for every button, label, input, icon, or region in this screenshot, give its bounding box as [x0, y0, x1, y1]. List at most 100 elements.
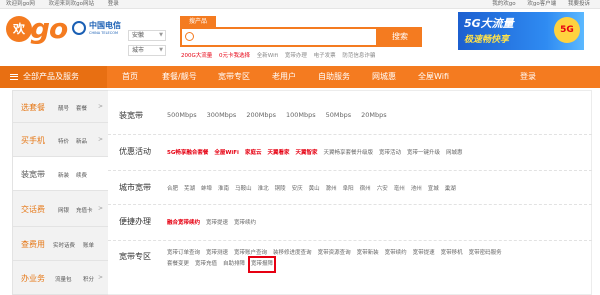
city-link[interactable]: 滁州: [326, 184, 337, 192]
speed-link[interactable]: 50Mbps: [326, 111, 352, 119]
nav-home[interactable]: 首页: [122, 66, 138, 88]
sidebar-sub-link[interactable]: 套餐: [76, 104, 87, 112]
zone-link[interactable]: 装移修进度查询: [273, 248, 312, 259]
promo-link[interactable]: 网城惠: [446, 148, 463, 156]
hot-link[interactable]: 防范信息诈骗: [342, 53, 375, 59]
speed-link[interactable]: 300Mbps: [207, 111, 237, 119]
sidebar-sub-link[interactable]: 实时话费: [53, 241, 75, 249]
sidebar-sub-link[interactable]: 续费: [76, 171, 87, 179]
zone-link[interactable]: 宽带密码服务: [469, 248, 502, 259]
sidebar-item-label: 买手机: [21, 136, 45, 145]
hot-link[interactable]: 宽带办理: [285, 53, 307, 59]
promo-link[interactable]: 宽带活动: [379, 148, 401, 156]
nav-existing-users[interactable]: 老用户: [272, 66, 296, 88]
sidebar-sub-link[interactable]: 账单: [83, 241, 94, 249]
quick-link[interactable]: 宽带提速: [206, 218, 228, 226]
speed-link[interactable]: 200Mbps: [246, 111, 276, 119]
sidebar-sub-link[interactable]: 充值卡: [76, 206, 93, 214]
sidebar-sub-link[interactable]: 流量包: [55, 275, 72, 283]
sidebar-item-fees[interactable]: 查费用 实时话费 账单: [13, 227, 109, 261]
promo-link[interactable]: 天翼智家: [295, 148, 317, 156]
sidebar-item-phones[interactable]: 买手机 特价 新品 >: [13, 123, 109, 157]
hot-link[interactable]: 0元卡我选择: [219, 53, 250, 59]
promo-link[interactable]: 家庭云: [245, 148, 262, 156]
sidebar-item-plans[interactable]: 选套餐 靓号 套餐 >: [13, 91, 109, 123]
speed-link[interactable]: 100Mbps: [286, 111, 316, 119]
speed-link[interactable]: 500Mbps: [167, 111, 197, 119]
zone-link[interactable]: 宽带续约: [385, 248, 407, 259]
nav-login[interactable]: 登录: [520, 66, 536, 88]
city-link[interactable]: 巢湖: [445, 184, 456, 192]
city-link[interactable]: 池州: [411, 184, 422, 192]
all-products-menu[interactable]: 全部产品及服务: [0, 66, 107, 88]
city-link[interactable]: 铜陵: [275, 184, 286, 192]
telecom-en: CHINA TELECOM: [89, 31, 118, 35]
search-button[interactable]: 搜索: [378, 27, 422, 47]
section-speeds: 装宽带 500Mbps 300Mbps 200Mbps 100Mbps 50Mbps 20…: [108, 91, 592, 135]
zone-link[interactable]: 宽带账户查询: [234, 248, 267, 259]
search-input[interactable]: [197, 30, 317, 44]
topbar-my-huango[interactable]: 我的欢go: [492, 1, 515, 7]
sidebar-sub-link[interactable]: 新装: [58, 171, 69, 179]
nav-self-service[interactable]: 自助服务: [318, 66, 350, 88]
city-link[interactable]: 黄山: [309, 184, 320, 192]
zone-link[interactable]: 宽带资源查询: [318, 248, 351, 259]
hot-link[interactable]: 电子发票: [314, 53, 336, 59]
sidebar-sub-link[interactable]: 积分: [83, 275, 94, 283]
promo-links: 5G畅享融合套餐 全屋WiFi 家庭云 天翼看家 天翼智家 天翼畅享套餐升级版 宽带活动 宽带…: [167, 148, 469, 156]
city-link[interactable]: 合肥: [167, 184, 178, 192]
nav-city-deals[interactable]: 网城惠: [372, 66, 396, 88]
city-link[interactable]: 阜阳: [343, 184, 354, 192]
province-select[interactable]: 安徽 ▼: [128, 30, 166, 41]
sidebar-sub-link[interactable]: 靓号: [58, 104, 69, 112]
zone-link[interactable]: 套餐变更: [167, 259, 189, 270]
city-link[interactable]: 六安: [377, 184, 388, 192]
topbar-complaint[interactable]: 我要投诉: [568, 1, 590, 7]
broadband-fault-report-link[interactable]: 宽带报障: [248, 256, 277, 273]
zone-link[interactable]: 宽带测速: [206, 248, 228, 259]
search-tab-products[interactable]: 搜产品: [180, 16, 216, 27]
promo-link[interactable]: 天翼畅享套餐升级版: [324, 148, 374, 156]
city-select[interactable]: 城市 ▼: [128, 45, 166, 56]
zone-link[interactable]: 自助排障: [223, 259, 245, 270]
city-link[interactable]: 淮南: [218, 184, 229, 192]
huango-logo[interactable]: 欢 go: [6, 12, 68, 46]
promo-banner[interactable]: 5G大流量 极速畅快享 5G: [458, 12, 584, 50]
city-link[interactable]: 宿州: [360, 184, 371, 192]
sidebar-sub-link[interactable]: 新品: [76, 137, 87, 145]
zone-link[interactable]: 宽带充值: [195, 259, 217, 270]
sidebar-sub-link[interactable]: 特价: [58, 137, 69, 145]
sidebar-item-recharge[interactable]: 交话费 网银 充值卡 >: [13, 191, 109, 227]
city-link[interactable]: 宣城: [428, 184, 439, 192]
search-icon: [185, 32, 194, 41]
nav-broadband[interactable]: 宽带专区: [218, 66, 250, 88]
zone-link[interactable]: 宽带订单查询: [167, 248, 200, 259]
city-link[interactable]: 亳州: [394, 184, 405, 192]
topbar-client[interactable]: 欢go客户端: [527, 1, 556, 7]
promo-link[interactable]: 天翼看家: [267, 148, 289, 156]
zone-link[interactable]: 宽带提速: [413, 248, 435, 259]
promo-link[interactable]: 5G畅享融合套餐: [167, 148, 208, 156]
nav-whole-home-wifi[interactable]: 全屋Wifi: [418, 66, 449, 88]
city-links: 合肥 芜湖 蚌埠 淮南 马鞍山 淮北 铜陵 安庆 黄山 滁州 阜阳 宿州 六安 亳州 池州 宣城 巢湖: [167, 184, 462, 192]
zone-link[interactable]: 宽带新装: [357, 248, 379, 259]
sidebar-sub-link[interactable]: 网银: [58, 206, 69, 214]
city-link[interactable]: 马鞍山: [235, 184, 252, 192]
hot-link[interactable]: 全新Wifi: [257, 53, 278, 59]
city-link[interactable]: 安庆: [292, 184, 303, 192]
zone-link[interactable]: 宽带移机: [441, 248, 463, 259]
quick-link[interactable]: 融合宽带续约: [167, 218, 200, 226]
city-link[interactable]: 蚌埠: [201, 184, 212, 192]
hot-link[interactable]: 200G大流量: [181, 53, 212, 59]
quick-link[interactable]: 宽带续约: [234, 218, 256, 226]
nav-plans[interactable]: 套餐/靓号: [162, 66, 197, 88]
city-link[interactable]: 芜湖: [184, 184, 195, 192]
promo-link[interactable]: 全屋WiFi: [214, 148, 239, 156]
speed-link[interactable]: 20Mbps: [361, 111, 387, 119]
topbar-login-link[interactable]: 登录: [108, 1, 119, 7]
promo-link[interactable]: 宽带一键升级: [407, 148, 440, 156]
city-link[interactable]: 淮北: [258, 184, 269, 192]
sidebar-item-services[interactable]: 办业务 流量包 积分 >: [13, 261, 109, 295]
sidebar-item-broadband[interactable]: 装宽带 新装 续费: [13, 157, 109, 191]
category-sidebar: 选套餐 靓号 套餐 > 买手机 特价 新品 > 装宽带 新装 续费 交话费 网银…: [12, 90, 110, 295]
